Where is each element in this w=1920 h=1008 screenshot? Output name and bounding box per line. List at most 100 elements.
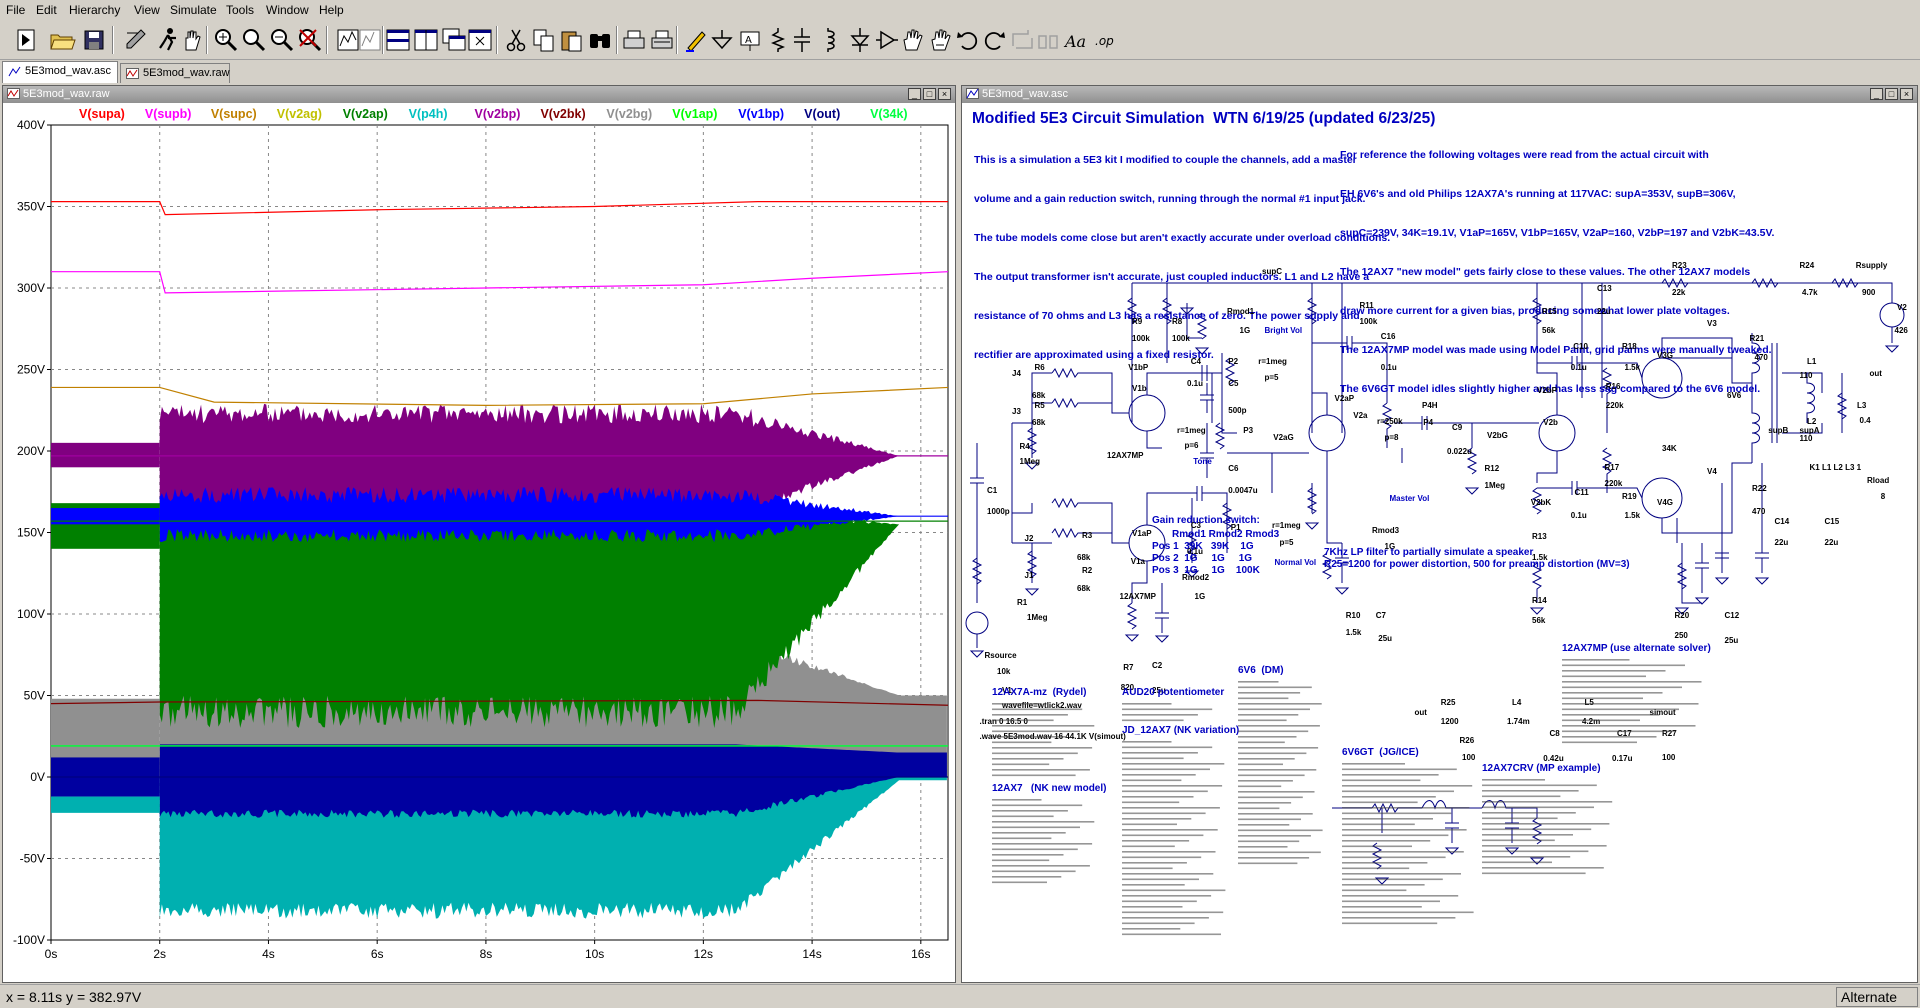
inductor-icon[interactable] (816, 26, 844, 54)
delete-trace-icon[interactable] (356, 26, 384, 54)
move-hand-icon[interactable] (898, 26, 926, 54)
trace-label[interactable]: V(v2ap) (343, 107, 388, 121)
schematic-maximize-button[interactable]: □ (1885, 88, 1898, 100)
x-tick-label: 14s (802, 947, 821, 961)
schematic-doc-icon (8, 66, 21, 77)
pan-icon[interactable] (240, 26, 268, 54)
svg-text:Aa: Aa (1063, 32, 1086, 51)
trace-label[interactable]: V(34k) (870, 107, 908, 121)
spice-directive-icon[interactable]: .op (1092, 26, 1120, 54)
menu-file[interactable]: File (6, 3, 25, 17)
trace-label[interactable]: V(p4h) (409, 107, 448, 121)
x-tick-label: 6s (371, 947, 384, 961)
schematic-window-title: 5E3mod_wav.asc (982, 88, 1069, 100)
menu-edit[interactable]: Edit (36, 3, 57, 17)
y-tick-label: 300V (17, 281, 45, 295)
print-setup-icon[interactable] (648, 26, 676, 54)
zoom-out-icon[interactable] (268, 26, 296, 54)
drag-hand-icon[interactable] (926, 26, 954, 54)
y-tick-label: 250V (17, 363, 45, 377)
schematic-canvas[interactable]: Modified 5E3 Circuit Simulation WTN 6/19… (962, 103, 1917, 982)
menu-simulate[interactable]: Simulate (170, 3, 217, 17)
halt-hand-icon[interactable] (178, 26, 206, 54)
open-icon[interactable] (48, 26, 76, 54)
y-tick-label: 150V (17, 526, 45, 540)
y-tick-label: 0V (30, 770, 45, 784)
cascade-icon[interactable] (440, 26, 468, 54)
v2bp-pre (51, 442, 160, 468)
redo-icon[interactable] (980, 26, 1008, 54)
schematic-close-button[interactable]: × (1900, 88, 1913, 100)
waveform-plot[interactable]: 400V 350V 300V 250V 200V 150V 100V 50V 0V -50V -10… (3, 103, 955, 982)
control-panel-icon[interactable] (122, 26, 150, 54)
schematic-minimize-button[interactable]: _ (1870, 88, 1883, 100)
save-icon[interactable] (80, 26, 108, 54)
minimize-button[interactable]: _ (908, 88, 921, 100)
svg-text:.op: .op (1095, 34, 1114, 48)
find-icon[interactable] (586, 26, 614, 54)
tab-schematic[interactable]: 5E3mod_wav.asc (2, 61, 118, 83)
y-tick-label: -100V (13, 933, 45, 947)
new-schematic-icon[interactable] (12, 26, 40, 54)
trace-label[interactable]: V(v1bp) (738, 107, 784, 121)
menu-view[interactable]: View (134, 3, 160, 17)
label-net-icon[interactable]: A (736, 26, 764, 54)
x-tick-label: 16s (911, 947, 930, 961)
undo-icon[interactable] (954, 26, 982, 54)
menu-tools[interactable]: Tools (226, 3, 254, 17)
print-icon[interactable] (620, 26, 648, 54)
tile-vertical-icon[interactable] (412, 26, 440, 54)
close-all-icon[interactable] (466, 26, 494, 54)
menu-hierarchy[interactable]: Hierarchy (69, 3, 120, 17)
status-bar: x = 8.11s y = 382.97V Alternate (0, 984, 1920, 1008)
mirror-icon[interactable] (1034, 26, 1062, 54)
trace-label[interactable]: V(v2bg) (606, 107, 652, 121)
tile-horizontal-icon[interactable] (384, 26, 412, 54)
y-tick-label: 50V (24, 689, 45, 703)
trace-label[interactable]: V(v1ap) (672, 107, 717, 121)
close-button[interactable]: × (938, 88, 951, 100)
trace-label[interactable]: V(v2bk) (540, 107, 585, 121)
draw-wire-icon[interactable] (682, 26, 710, 54)
diode-icon[interactable] (846, 26, 874, 54)
maximize-button[interactable]: □ (923, 88, 936, 100)
rotate-icon[interactable] (1008, 26, 1036, 54)
y-tick-label: 400V (17, 118, 45, 132)
zoom-fit-icon[interactable] (296, 26, 324, 54)
capacitor-icon[interactable] (788, 26, 816, 54)
menu-help[interactable]: Help (319, 3, 344, 17)
ground-icon[interactable] (708, 26, 736, 54)
schematic-titlebar: 5E3mod_wav.asc _ □ × (962, 86, 1917, 103)
solver-indicator: Alternate (1836, 987, 1918, 1007)
y-tick-label: 200V (17, 444, 45, 458)
x-tick-label: 2s (153, 947, 166, 961)
y-tick-label: 100V (17, 607, 45, 621)
paste-icon[interactable] (558, 26, 586, 54)
text-icon[interactable]: Aa (1062, 26, 1090, 54)
waveform-titlebar: 5E3mod_wav.raw _ □ × (3, 86, 955, 103)
trace-label[interactable]: V(v2ag) (277, 107, 322, 121)
tab-schematic-label: 5E3mod_wav.asc (25, 65, 112, 77)
waveform-window-title: 5E3mod_wav.raw (23, 88, 110, 100)
waveform-window: 5E3mod_wav.raw _ □ × 400V 350V 300V 250V 200… (2, 85, 956, 983)
menu-window[interactable]: Window (266, 3, 309, 17)
tab-bar: 5E3mod_wav.asc 5E3mod_wav.raw (0, 60, 1920, 83)
tab-waveform-label: 5E3mod_wav.raw (143, 67, 230, 79)
x-tick-label: 12s (694, 947, 713, 961)
copy-icon[interactable] (530, 26, 558, 54)
y-tick-label: 350V (17, 200, 45, 214)
waveform-doc-icon (126, 68, 139, 79)
trace-label[interactable]: V(supb) (145, 107, 192, 121)
cut-icon[interactable] (502, 26, 530, 54)
cursor-coordinates: x = 8.11s y = 382.97V (6, 989, 142, 1005)
x-tick-label: 10s (585, 947, 604, 961)
trace-label[interactable]: V(supa) (79, 107, 125, 121)
model-text-blocks (992, 659, 1702, 936)
trace-label[interactable]: V(v2bp) (475, 107, 521, 121)
trace-label[interactable]: V(out) (804, 107, 840, 121)
p4h-pre (51, 796, 160, 813)
tab-waveform[interactable]: 5E3mod_wav.raw (120, 63, 230, 83)
component-icon[interactable] (872, 26, 900, 54)
zoom-in-icon[interactable] (212, 26, 240, 54)
trace-label[interactable]: V(supc) (211, 107, 257, 121)
